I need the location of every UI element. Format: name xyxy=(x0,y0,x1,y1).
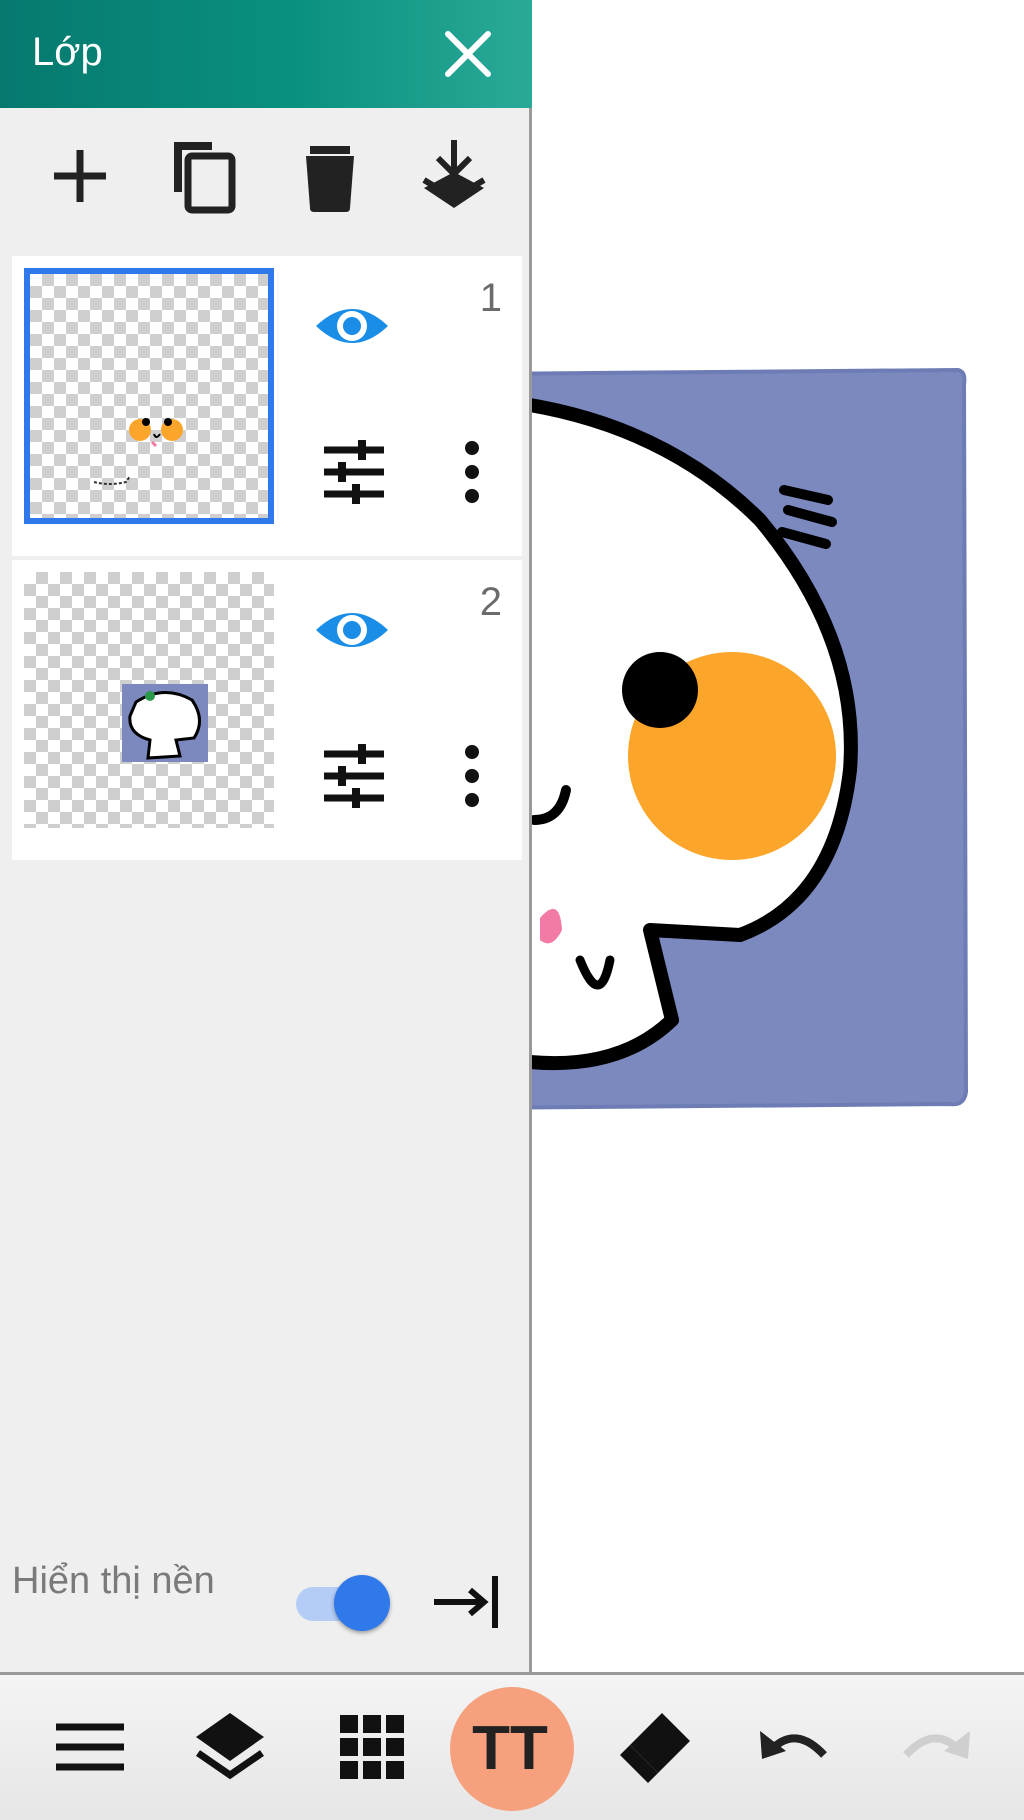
plus-icon[interactable] xyxy=(40,136,120,216)
redo-icon[interactable] xyxy=(894,1705,978,1789)
layer-thumbnail-1[interactable] xyxy=(24,268,274,524)
duplicate-icon[interactable] xyxy=(162,136,242,216)
toggle-knob xyxy=(334,1575,390,1631)
panel-title: Lớp xyxy=(32,30,103,74)
layer-number: 2 xyxy=(479,580,502,624)
layer-thumbnail-art xyxy=(93,418,183,485)
merge-down-icon[interactable] xyxy=(414,136,494,216)
eye-icon[interactable] xyxy=(312,590,392,670)
grid-icon[interactable] xyxy=(330,1705,414,1789)
layers-panel-header: Lớp xyxy=(0,0,532,108)
text-tool-glyph: TT xyxy=(472,1714,548,1783)
undo-icon[interactable] xyxy=(752,1705,836,1789)
more-options-icon[interactable] xyxy=(442,436,502,508)
layer-number: 1 xyxy=(479,276,502,320)
adjust-icon[interactable] xyxy=(318,740,390,812)
show-background-label: Hiển thị nền xyxy=(12,1560,215,1602)
layers-panel: Lớp 1 2 Hiển thị nền xyxy=(0,0,532,1672)
more-options-icon[interactable] xyxy=(442,740,502,812)
bottom-toolbar: TT xyxy=(0,1672,1024,1820)
layers-icon[interactable] xyxy=(188,1705,272,1789)
adjust-icon[interactable] xyxy=(318,436,390,508)
layer-row-1[interactable]: 1 xyxy=(12,256,522,556)
trash-icon[interactable] xyxy=(290,136,370,216)
eraser-icon[interactable] xyxy=(612,1705,696,1789)
layer-row-2[interactable]: 2 xyxy=(12,560,522,860)
text-tool-button[interactable]: TT xyxy=(450,1687,574,1811)
layer-thumbnail-art xyxy=(122,684,208,762)
collapse-panel-icon[interactable] xyxy=(430,1570,504,1634)
show-background-toggle[interactable] xyxy=(296,1575,392,1631)
menu-icon[interactable] xyxy=(48,1705,132,1789)
close-icon[interactable] xyxy=(440,26,496,82)
eye-icon[interactable] xyxy=(312,286,392,366)
text-tool-icon: TT xyxy=(472,1714,548,1783)
layer-thumbnail-2[interactable] xyxy=(24,572,274,828)
